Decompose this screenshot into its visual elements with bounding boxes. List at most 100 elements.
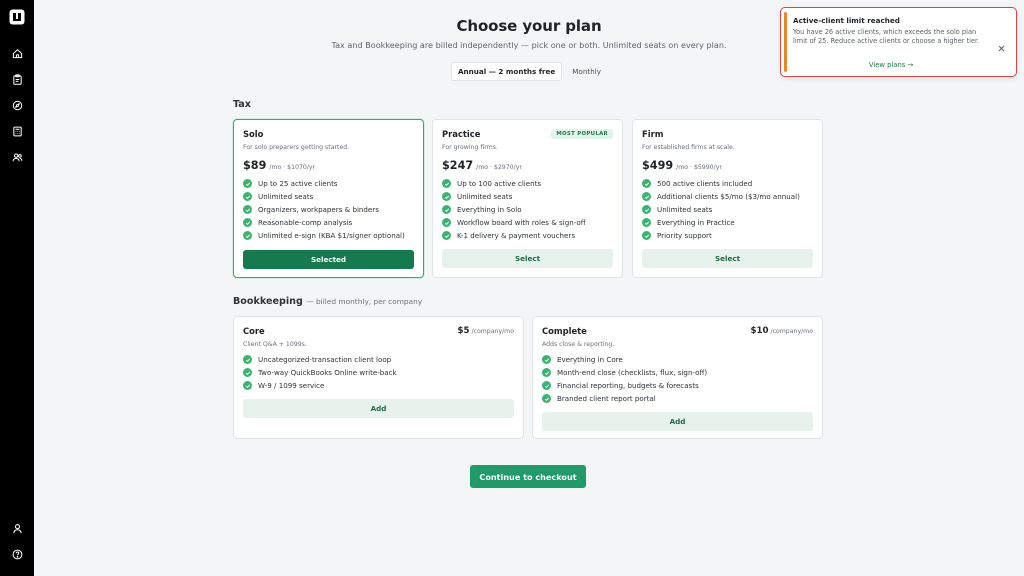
feature-item: Organizers, workpapers & binders	[243, 205, 414, 214]
feature-item: 500 active clients included	[642, 179, 813, 188]
clipboard-icon	[12, 73, 22, 85]
feature-item: K-1 delivery & payment vouchers	[442, 231, 613, 240]
bookkeeping-section-note: — billed monthly, per company	[306, 297, 423, 306]
client-limit-alert: Active-client limit reached You have 26 …	[780, 7, 1017, 77]
plan-description: For established firms at scale.	[642, 144, 735, 151]
billing-annual-option[interactable]: Annual — 2 months free	[450, 62, 563, 81]
feature-item: Up to 25 active clients	[243, 179, 414, 188]
plan-card-core[interactable]: Core $5 /company/mo Client Q&A + 1099s. …	[233, 316, 524, 439]
continue-to-checkout-button[interactable]: Continue to checkout	[470, 465, 586, 488]
check-icon	[243, 231, 252, 240]
core-add-button[interactable]: Add	[243, 399, 514, 418]
check-icon	[243, 355, 252, 364]
practice-select-button[interactable]: Select	[442, 249, 613, 268]
close-icon	[998, 45, 1005, 52]
complete-add-button[interactable]: Add	[542, 412, 813, 431]
sidebar-item-team[interactable]	[5, 149, 29, 165]
check-icon	[542, 381, 551, 390]
plan-description: For solo preparers getting started.	[243, 144, 350, 151]
plan-price: $247	[442, 159, 474, 172]
plan-price-unit: /company/mo	[471, 328, 515, 335]
sidebar	[0, 0, 34, 576]
close-alert-button[interactable]	[997, 38, 1006, 52]
plan-card-complete[interactable]: Complete $10 /company/mo Adds close & re…	[532, 316, 823, 439]
check-icon	[542, 355, 551, 364]
check-icon	[642, 205, 651, 214]
feature-list: Up to 25 active clients Unlimited seats …	[243, 179, 414, 240]
feature-item: Unlimited seats	[442, 192, 613, 201]
alert-message: You have 26 active clients, which exceed…	[793, 28, 980, 46]
check-icon	[642, 192, 651, 201]
plan-name: Core	[243, 326, 265, 336]
plan-name: Complete	[542, 326, 587, 336]
main-content: Choose your plan Tax and Bookkeeping are…	[34, 0, 1024, 576]
sidebar-item-account[interactable]	[5, 520, 29, 536]
plan-description: Adds close & reporting.	[542, 341, 615, 348]
app-logo-icon[interactable]	[9, 9, 25, 25]
tax-section-title: Tax	[233, 99, 251, 110]
check-icon	[642, 231, 651, 240]
sidebar-item-explore[interactable]	[5, 97, 29, 113]
plan-price-unit: /mo · $1070/yr	[269, 164, 316, 171]
firm-select-button[interactable]: Select	[642, 249, 813, 268]
feature-item: Branded client report portal	[542, 394, 813, 403]
feature-item: Unlimited e-sign (KBA $1/signer optional…	[243, 231, 414, 240]
check-icon	[642, 218, 651, 227]
view-plans-link[interactable]: View plans →	[781, 61, 1001, 69]
feature-item: Uncategorized-transaction client loop	[243, 355, 514, 364]
billing-period-toggle: Annual — 2 months free Monthly	[450, 62, 607, 81]
feature-item: Month-end close (checklists, flux, sign-…	[542, 368, 813, 377]
feature-item: Up to 100 active clients	[442, 179, 613, 188]
check-icon	[542, 368, 551, 377]
plan-price: $10	[750, 326, 769, 336]
sidebar-item-home[interactable]	[5, 45, 29, 61]
sidebar-item-help[interactable]	[5, 546, 29, 562]
feature-item: Everything in Practice	[642, 218, 813, 227]
plan-price: $5	[457, 326, 470, 336]
user-icon	[12, 523, 22, 533]
alert-title: Active-client limit reached	[793, 16, 900, 25]
feature-item: Unlimited seats	[642, 205, 813, 214]
check-icon	[243, 218, 252, 227]
plan-description: Client Q&A + 1099s.	[243, 341, 307, 348]
most-popular-badge: MOST POPULAR	[551, 129, 613, 139]
plan-description: For growing firms.	[442, 144, 498, 151]
check-icon	[542, 394, 551, 403]
check-icon	[442, 179, 451, 188]
plan-card-solo[interactable]: Solo For solo preparers getting started.…	[233, 119, 424, 278]
plan-price: $89	[243, 159, 267, 172]
billing-monthly-option[interactable]: Monthly	[566, 63, 607, 80]
feature-item: Workflow board with roles & sign-off	[442, 218, 613, 227]
solo-selected-button[interactable]: Selected	[243, 250, 414, 269]
plan-price: $499	[642, 159, 674, 172]
check-icon	[442, 231, 451, 240]
users-icon	[12, 153, 22, 161]
plan-card-firm[interactable]: Firm For established firms at scale. $49…	[632, 119, 823, 278]
help-icon	[12, 549, 22, 559]
feature-item: Financial reporting, budgets & forecasts	[542, 381, 813, 390]
calculator-icon	[12, 126, 22, 136]
plan-name: Solo	[243, 129, 264, 139]
check-icon	[442, 192, 451, 201]
sidebar-item-billing[interactable]	[5, 123, 29, 139]
feature-item: Unlimited seats	[243, 192, 414, 201]
feature-list: Everything in Core Month-end close (chec…	[542, 355, 813, 403]
sidebar-nav	[5, 45, 29, 165]
feature-list: 500 active clients included Additional c…	[642, 179, 813, 240]
feature-item: Priority support	[642, 231, 813, 240]
check-icon	[243, 179, 252, 188]
home-icon	[12, 48, 22, 58]
plan-card-practice[interactable]: Practice MOST POPULAR For growing firms.…	[432, 119, 623, 278]
check-icon	[243, 205, 252, 214]
check-icon	[442, 205, 451, 214]
check-icon	[243, 192, 252, 201]
feature-item: Everything in Core	[542, 355, 813, 364]
feature-item: W-9 / 1099 service	[243, 381, 514, 390]
check-icon	[642, 179, 651, 188]
check-icon	[243, 381, 252, 390]
check-icon	[243, 368, 252, 377]
sidebar-item-clients[interactable]	[5, 71, 29, 87]
plan-price-unit: /mo · $5990/yr	[676, 164, 722, 171]
feature-item: Everything in Solo	[442, 205, 613, 214]
feature-item: Reasonable-comp analysis	[243, 218, 414, 227]
